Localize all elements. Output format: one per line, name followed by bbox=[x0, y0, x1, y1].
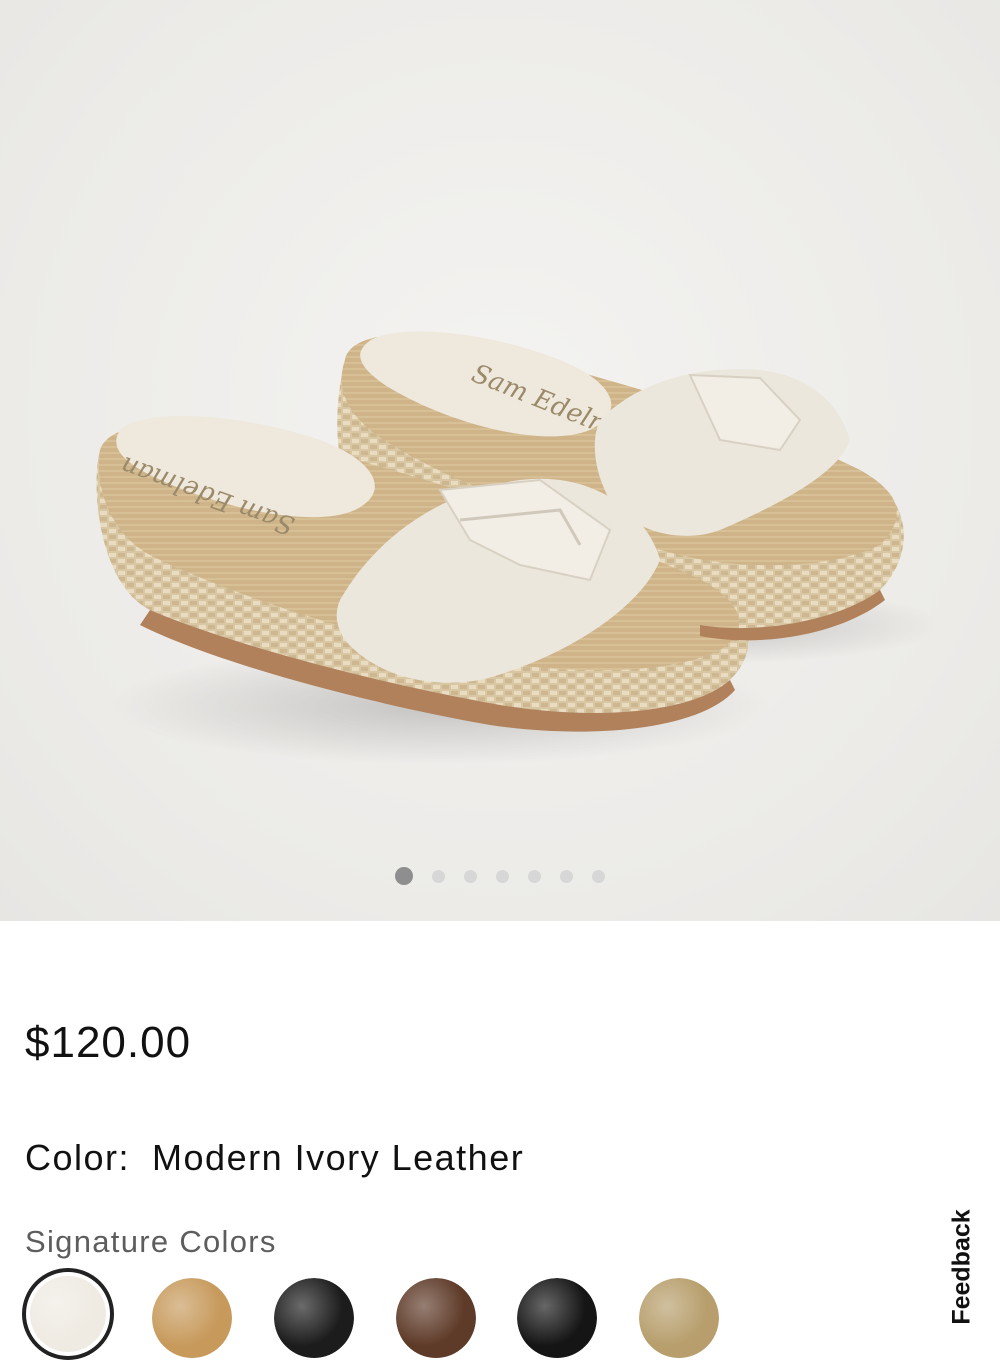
swatch-fill bbox=[639, 1278, 719, 1358]
signature-colors-heading: Signature Colors bbox=[25, 1224, 277, 1259]
swatch-fill bbox=[396, 1278, 476, 1358]
color-swatch-black-patent[interactable] bbox=[274, 1278, 354, 1358]
swatch-fill bbox=[152, 1278, 232, 1358]
color-swatch-brown-weave[interactable] bbox=[396, 1278, 476, 1358]
color-swatch-list bbox=[0, 1264, 1000, 1360]
carousel-dot[interactable] bbox=[592, 869, 605, 883]
selected-color: Color: Modern Ivory Leather bbox=[25, 1137, 524, 1179]
product-image-carousel[interactable]: Sam Edelman Sam Edelman bbox=[0, 0, 1000, 921]
swatch-fill bbox=[274, 1278, 354, 1358]
carousel-dot[interactable] bbox=[464, 869, 477, 883]
color-swatch-black-leather[interactable] bbox=[517, 1278, 597, 1358]
color-swatch-gold-metallic[interactable] bbox=[639, 1278, 719, 1358]
carousel-dot[interactable] bbox=[496, 869, 509, 883]
feedback-label: Feedback bbox=[947, 1208, 976, 1325]
carousel-dot[interactable] bbox=[395, 867, 413, 885]
color-swatch-modern-ivory-leather[interactable] bbox=[22, 1268, 114, 1360]
product-image: Sam Edelman Sam Edelman bbox=[96, 331, 940, 765]
carousel-dot[interactable] bbox=[432, 869, 445, 883]
swatch-fill bbox=[30, 1276, 106, 1352]
carousel-dot[interactable] bbox=[528, 869, 541, 883]
color-value: Modern Ivory Leather bbox=[152, 1137, 525, 1178]
carousel-pagination bbox=[0, 866, 1000, 886]
swatch-fill bbox=[517, 1278, 597, 1358]
product-price: $120.00 bbox=[25, 1018, 192, 1067]
carousel-dot[interactable] bbox=[560, 869, 573, 883]
color-label: Color: bbox=[25, 1137, 131, 1178]
feedback-tab[interactable]: Feedback bbox=[934, 1200, 990, 1333]
color-swatch-tan-weave[interactable] bbox=[152, 1278, 232, 1358]
